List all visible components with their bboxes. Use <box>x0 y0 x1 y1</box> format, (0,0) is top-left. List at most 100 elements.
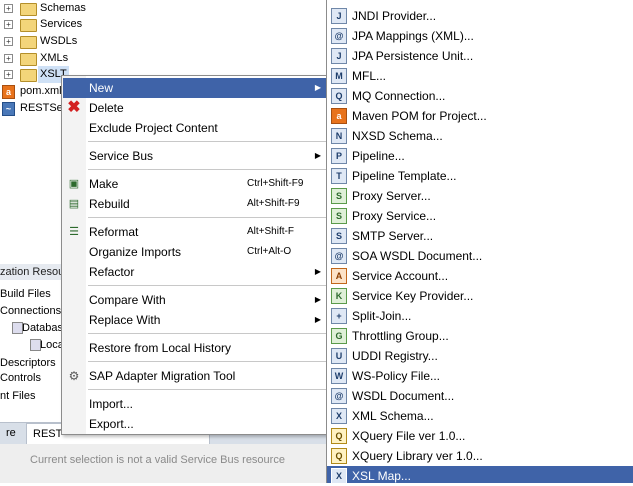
proxy-server-icon: S <box>331 188 347 204</box>
menu-item-new[interactable]: New ▶ <box>63 78 328 98</box>
submenu-item-label: SOA WSDL Document... <box>352 249 483 263</box>
menu-item-label: Make <box>89 177 119 191</box>
submenu-item-xml-schema[interactable]: X XML Schema... <box>327 406 633 426</box>
new-submenu: J JNDI Provider... @ JPA Mappings (XML).… <box>326 0 633 484</box>
tree-item-controls[interactable]: Controls <box>0 370 41 386</box>
menu-item-service-bus[interactable]: Service Bus ▶ <box>63 146 328 166</box>
menu-item-label: Exclude Project Content <box>89 121 218 135</box>
submenu-item-label: JPA Mappings (XML)... <box>352 29 474 43</box>
submenu-item-jpa-persistence-unit[interactable]: J JPA Persistence Unit... <box>327 46 633 66</box>
submenu-item-label: Split-Join... <box>352 309 412 323</box>
status-message: Current selection is not a valid Service… <box>30 454 285 466</box>
menu-item-make[interactable]: ▣ Make Ctrl+Shift-F9 <box>63 174 328 194</box>
submenu-item-maven-pom[interactable]: a Maven POM for Project... <box>327 106 633 126</box>
submenu-item-jpa-mappings[interactable]: @ JPA Mappings (XML)... <box>327 26 633 46</box>
submenu-item-label: XSL Map... <box>352 469 411 483</box>
submenu-item-label: UDDI Registry... <box>352 349 438 363</box>
menu-item-reformat[interactable]: ☰ Reformat Alt+Shift-F <box>63 222 328 242</box>
proxy-service-icon: S <box>331 208 347 224</box>
expand-icon[interactable]: + <box>4 4 13 13</box>
submenu-arrow-icon: ▶ <box>314 151 321 160</box>
submenu-item-ws-policy-file[interactable]: W WS-Policy File... <box>327 366 633 386</box>
expand-icon[interactable]: + <box>4 20 13 29</box>
menu-separator <box>88 285 326 286</box>
service-account-icon: A <box>331 268 347 284</box>
xml-schema-icon: X <box>331 408 347 424</box>
context-menu: New ▶ ✖ Delete Exclude Project Content S… <box>61 75 330 435</box>
folder-icon <box>20 19 37 32</box>
submenu-arrow-icon: ▶ <box>314 315 321 324</box>
submenu-item-mfl[interactable]: M MFL... <box>327 66 633 86</box>
tree-item-content-files[interactable]: nt Files <box>0 388 35 404</box>
submenu-item-mq-connection[interactable]: Q MQ Connection... <box>327 86 633 106</box>
submenu-item-throttling-group[interactable]: G Throttling Group... <box>327 326 633 346</box>
submenu-item-service-key-provider[interactable]: K Service Key Provider... <box>327 286 633 306</box>
menu-item-label: New <box>89 81 114 95</box>
rebuild-icon: ▤ <box>68 198 80 210</box>
menu-shortcut: Ctrl+Alt-O <box>247 246 292 257</box>
application-resources-panel: zation Resour Build Files Connections Da… <box>0 262 68 422</box>
submenu-item-pipeline-template[interactable]: T Pipeline Template... <box>327 166 633 186</box>
submenu-item-service-account[interactable]: A Service Account... <box>327 266 633 286</box>
service-key-provider-icon: K <box>331 288 347 304</box>
submenu-item-jndi-provider[interactable]: J JNDI Provider... <box>327 6 633 26</box>
menu-item-delete[interactable]: ✖ Delete <box>63 98 328 118</box>
menu-separator <box>88 333 326 334</box>
folder-icon <box>20 36 37 49</box>
submenu-item-soa-wsdl-document[interactable]: @ SOA WSDL Document... <box>327 246 633 266</box>
submenu-item-uddi-registry[interactable]: U UDDI Registry... <box>327 346 633 366</box>
split-join-icon: + <box>331 308 347 324</box>
menu-item-sap-adapter-migration[interactable]: ⚙ SAP Adapter Migration Tool <box>63 366 328 386</box>
menu-item-organize-imports[interactable]: Organize Imports Ctrl+Alt-O <box>63 242 328 262</box>
expand-icon[interactable]: + <box>4 54 13 63</box>
folder-icon <box>20 69 37 82</box>
submenu-item-nxsd-schema[interactable]: N NXSD Schema... <box>327 126 633 146</box>
menu-item-compare-with[interactable]: Compare With ▶ <box>63 290 328 310</box>
tree-item-build-files[interactable]: Build Files <box>0 286 51 302</box>
submenu-item-proxy-service[interactable]: S Proxy Service... <box>327 206 633 226</box>
menu-item-label: Organize Imports <box>89 245 182 259</box>
submenu-item-xquery-library[interactable]: Q XQuery Library ver 1.0... <box>327 446 633 466</box>
xquery-library-icon: Q <box>331 448 347 464</box>
tree-item-descriptors[interactable]: Descriptors <box>0 355 56 371</box>
submenu-item-smtp-server[interactable]: S SMTP Server... <box>327 226 633 246</box>
submenu-item-xquery-file[interactable]: Q XQuery File ver 1.0... <box>327 426 633 446</box>
submenu-item-label: Throttling Group... <box>352 329 449 343</box>
submenu-item-proxy-server[interactable]: S Proxy Server... <box>327 186 633 206</box>
menu-item-import[interactable]: Import... <box>63 394 328 414</box>
submenu-item-wsdl-document[interactable]: @ WSDL Document... <box>327 386 633 406</box>
submenu-item-label: Proxy Server... <box>352 189 431 203</box>
ws-policy-icon: W <box>331 368 347 384</box>
panel-header[interactable]: zation Resour <box>0 264 68 280</box>
expand-icon[interactable]: + <box>4 70 13 79</box>
menu-item-refactor[interactable]: Refactor ▶ <box>63 262 328 282</box>
submenu-arrow-icon: ▶ <box>314 295 321 304</box>
submenu-item-split-join[interactable]: + Split-Join... <box>327 306 633 326</box>
throttling-group-icon: G <box>331 328 347 344</box>
uddi-registry-icon: U <box>331 348 347 364</box>
menu-item-rebuild[interactable]: ▤ Rebuild Alt+Shift-F9 <box>63 194 328 214</box>
submenu-item-label: WSDL Document... <box>352 389 455 403</box>
tree-item-label: Databas <box>22 322 63 334</box>
expand-icon[interactable]: + <box>4 37 13 46</box>
menu-shortcut: Alt+Shift-F9 <box>247 198 300 209</box>
menu-item-export[interactable]: Export... <box>63 414 328 434</box>
submenu-item-label: SMTP Server... <box>352 229 434 243</box>
menu-item-label: Replace With <box>89 313 161 327</box>
submenu-item-label: XQuery File ver 1.0... <box>352 429 466 443</box>
submenu-item-pipeline[interactable]: P Pipeline... <box>327 146 633 166</box>
tree-item-label: RESTSer <box>20 102 67 114</box>
menu-item-restore-local-history[interactable]: Restore from Local History <box>63 338 328 358</box>
submenu-item-xsl-map[interactable]: X XSL Map... <box>327 466 633 484</box>
submenu-item-label: Pipeline Template... <box>352 169 457 183</box>
xquery-file-icon: Q <box>331 428 347 444</box>
submenu-item-label: NXSD Schema... <box>352 129 443 143</box>
tab-structure[interactable]: re <box>0 423 26 445</box>
maven-icon: a <box>331 108 347 124</box>
status-area: Current selection is not a valid Service… <box>0 444 330 483</box>
menu-item-replace-with[interactable]: Replace With ▶ <box>63 310 328 330</box>
menu-item-exclude-project-content[interactable]: Exclude Project Content <box>63 118 328 138</box>
menu-item-label: Delete <box>89 101 124 115</box>
menu-item-label: Import... <box>89 397 134 411</box>
tree-item-connections[interactable]: Connections <box>0 303 61 319</box>
